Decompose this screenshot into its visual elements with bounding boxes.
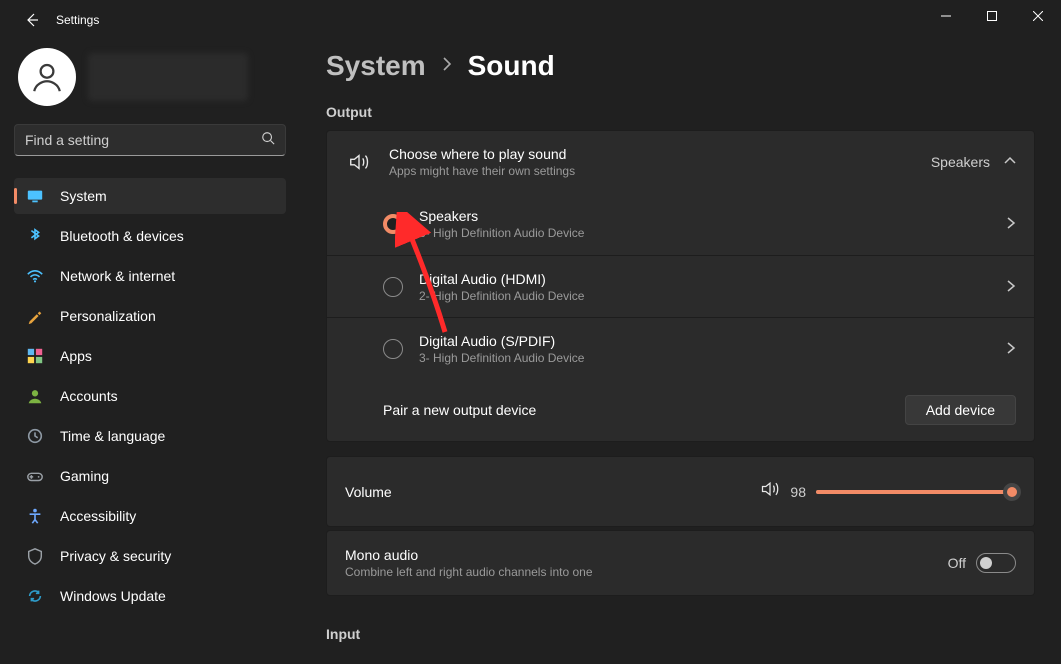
chevron-right-icon xyxy=(1006,216,1016,232)
sidebar-item-system[interactable]: System xyxy=(14,178,286,214)
sidebar-item-label: Accounts xyxy=(60,388,118,404)
pair-device-label: Pair a new output device xyxy=(383,402,905,418)
sidebar-item-label: Personalization xyxy=(60,308,156,324)
breadcrumb-parent[interactable]: System xyxy=(326,50,426,82)
sidebar-item-label: Privacy & security xyxy=(60,548,171,564)
sidebar-item-personalization[interactable]: Personalization xyxy=(14,298,286,334)
mono-audio-toggle[interactable] xyxy=(976,553,1016,573)
volume-value: 98 xyxy=(790,484,806,500)
radio-button[interactable] xyxy=(383,277,403,297)
output-device-card: Choose where to play sound Apps might ha… xyxy=(326,130,1035,442)
mono-audio-title: Mono audio xyxy=(345,547,948,563)
avatar xyxy=(18,48,76,106)
search-input[interactable] xyxy=(14,124,286,156)
sidebar-item-label: Network & internet xyxy=(60,268,175,284)
sidebar-item-apps[interactable]: Apps xyxy=(14,338,286,374)
sidebar-item-network-internet[interactable]: Network & internet xyxy=(14,258,286,294)
volume-card: Volume 98 xyxy=(326,456,1035,527)
breadcrumb-current: Sound xyxy=(468,50,555,82)
close-button[interactable] xyxy=(1015,0,1061,32)
sidebar-item-label: Accessibility xyxy=(60,508,136,524)
device-sub: 3- High Definition Audio Device xyxy=(419,351,1006,365)
output-device-row[interactable]: Digital Audio (HDMI) 2- High Definition A… xyxy=(327,255,1034,317)
sidebar-item-bluetooth-devices[interactable]: Bluetooth & devices xyxy=(14,218,286,254)
sidebar-item-gaming[interactable]: Gaming xyxy=(14,458,286,494)
sidebar-item-privacy-security[interactable]: Privacy & security xyxy=(14,538,286,574)
user-account-row[interactable] xyxy=(14,40,286,114)
brush-icon xyxy=(26,307,44,325)
sidebar-item-windows-update[interactable]: Windows Update xyxy=(14,578,286,614)
update-icon xyxy=(26,587,44,605)
output-section-label: Output xyxy=(326,104,1035,120)
bluetooth-icon xyxy=(26,227,44,245)
main-content: System Sound Output Choose where to play… xyxy=(300,40,1061,664)
pair-device-row: Pair a new output device Add device xyxy=(327,379,1034,441)
sidebar-item-label: Time & language xyxy=(60,428,165,444)
minimize-button[interactable] xyxy=(923,0,969,32)
window-title: Settings xyxy=(56,13,99,27)
chevron-right-icon xyxy=(1006,279,1016,295)
choose-output-sub: Apps might have their own settings xyxy=(389,164,931,178)
mono-audio-card: Mono audio Combine left and right audio … xyxy=(326,530,1035,596)
chevron-up-icon xyxy=(1004,154,1016,170)
user-name-redacted xyxy=(88,53,248,101)
input-section-label: Input xyxy=(326,626,1035,642)
chevron-right-icon xyxy=(1006,341,1016,357)
search-icon xyxy=(261,131,275,150)
sidebar-item-time-language[interactable]: Time & language xyxy=(14,418,286,454)
radio-button[interactable] xyxy=(383,339,403,359)
wifi-icon xyxy=(26,267,44,285)
sidebar: System Bluetooth & devices Network & inter… xyxy=(0,40,300,664)
sidebar-item-label: System xyxy=(60,188,107,204)
person-icon xyxy=(26,387,44,405)
volume-slider[interactable] xyxy=(816,490,1016,494)
shield-icon xyxy=(26,547,44,565)
sidebar-item-label: Apps xyxy=(60,348,92,364)
add-device-button[interactable]: Add device xyxy=(905,395,1016,425)
sidebar-item-label: Windows Update xyxy=(60,588,166,604)
device-name: Speakers xyxy=(419,208,1006,224)
mono-audio-sub: Combine left and right audio channels in… xyxy=(345,565,948,579)
output-device-row[interactable]: Speakers 3- High Definition Audio Device xyxy=(327,193,1034,255)
clock-icon xyxy=(26,427,44,445)
mono-audio-state: Off xyxy=(948,555,966,571)
sidebar-item-label: Bluetooth & devices xyxy=(60,228,184,244)
device-sub: 2- High Definition Audio Device xyxy=(419,289,1006,303)
device-name: Digital Audio (S/PDIF) xyxy=(419,333,1006,349)
chevron-right-icon xyxy=(442,57,452,76)
back-button[interactable] xyxy=(18,6,46,34)
speaker-icon xyxy=(345,151,373,173)
volume-label: Volume xyxy=(345,484,760,500)
volume-icon[interactable] xyxy=(760,479,780,504)
output-device-row[interactable]: Digital Audio (S/PDIF) 3- High Definition… xyxy=(327,317,1034,379)
selected-output-label: Speakers xyxy=(931,154,990,170)
gamepad-icon xyxy=(26,467,44,485)
apps-icon xyxy=(26,347,44,365)
sidebar-item-label: Gaming xyxy=(60,468,109,484)
radio-button[interactable] xyxy=(383,214,403,234)
device-name: Digital Audio (HDMI) xyxy=(419,271,1006,287)
maximize-button[interactable] xyxy=(969,0,1015,32)
sidebar-item-accessibility[interactable]: Accessibility xyxy=(14,498,286,534)
breadcrumb: System Sound xyxy=(326,50,1035,82)
choose-output-row[interactable]: Choose where to play sound Apps might ha… xyxy=(327,131,1034,193)
sidebar-item-accounts[interactable]: Accounts xyxy=(14,378,286,414)
accessibility-icon xyxy=(26,507,44,525)
display-icon xyxy=(26,187,44,205)
device-sub: 3- High Definition Audio Device xyxy=(419,226,1006,240)
choose-output-title: Choose where to play sound xyxy=(389,146,931,162)
